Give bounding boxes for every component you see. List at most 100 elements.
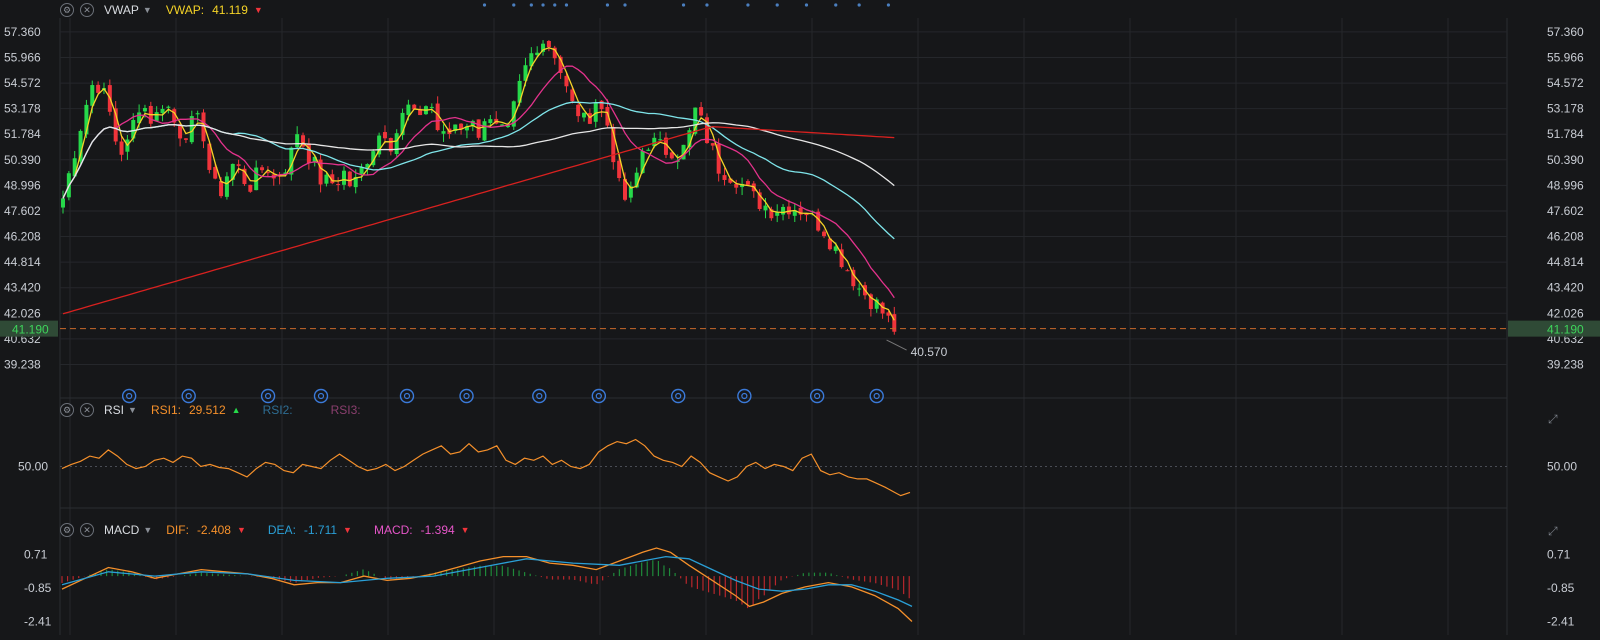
indicator-name[interactable]: RSI bbox=[104, 403, 124, 417]
price-tick-label-left: 47.602 bbox=[4, 204, 41, 218]
chevron-down-icon[interactable]: ▼ bbox=[128, 405, 137, 415]
candle[interactable] bbox=[248, 184, 253, 193]
candle-body bbox=[857, 288, 862, 290]
price-tick-label-right: 42.026 bbox=[1547, 306, 1584, 320]
candle-body bbox=[359, 167, 364, 174]
candle-body bbox=[295, 134, 300, 148]
rsi-legend: ⚙ ✕ RSI ▼ RSI1: 29.512 ▲ RSI2: RSI3: bbox=[60, 400, 369, 420]
candle-body bbox=[154, 112, 159, 121]
event-dot bbox=[746, 3, 750, 7]
candle-body bbox=[441, 131, 446, 134]
candle-body bbox=[576, 104, 581, 117]
rsi3-label: RSI3: bbox=[330, 403, 361, 417]
macd-tick-label-left: -2.41 bbox=[24, 615, 52, 629]
candle-body bbox=[582, 112, 587, 118]
candle-body bbox=[822, 231, 827, 237]
rsi-tick-label-right: 50.00 bbox=[1547, 460, 1577, 474]
candle[interactable] bbox=[482, 118, 487, 142]
indicator-name[interactable]: MACD bbox=[104, 523, 139, 537]
candle-body bbox=[781, 206, 786, 215]
event-dot bbox=[775, 3, 779, 7]
candle-body bbox=[342, 170, 346, 185]
candle-body bbox=[195, 113, 200, 115]
candle[interactable] bbox=[347, 170, 352, 188]
macd-label: MACD: bbox=[373, 523, 413, 537]
macd-tick-label-left: -0.85 bbox=[24, 581, 52, 595]
macd-tick-label-left: 0.71 bbox=[24, 547, 48, 561]
chevron-down-icon[interactable]: ▼ bbox=[143, 525, 152, 535]
price-tick-label-right: 53.178 bbox=[1547, 102, 1584, 116]
candle-body bbox=[260, 167, 265, 171]
macd-legend: ⚙ ✕ MACD ▼ DIF: -2.408 ▼ DEA: -1.711 ▼ M… bbox=[60, 520, 492, 540]
candle-body bbox=[646, 149, 651, 151]
event-dot bbox=[482, 3, 487, 7]
price-tick-label-right: 57.360 bbox=[1547, 25, 1584, 39]
price-tick-label-left: 53.178 bbox=[4, 102, 41, 116]
candle-body bbox=[236, 164, 241, 166]
candle[interactable] bbox=[476, 119, 481, 140]
price-tick-label-right: 50.390 bbox=[1547, 153, 1584, 167]
price-tick-label-left: 44.814 bbox=[4, 255, 41, 269]
candle-body bbox=[429, 106, 434, 108]
event-dot bbox=[553, 3, 557, 7]
dif-value: -2.408 bbox=[196, 523, 231, 537]
macd-value: -1.394 bbox=[420, 523, 455, 537]
candle[interactable] bbox=[394, 129, 399, 157]
expand-icon[interactable]: ⤢ bbox=[1548, 524, 1560, 538]
vwap-value: 41.119 bbox=[212, 3, 248, 17]
price-tick-label-right: 47.602 bbox=[1547, 204, 1584, 218]
price-tick-label-right: 54.572 bbox=[1547, 76, 1584, 90]
expand-icon[interactable]: ⤢ bbox=[1548, 412, 1560, 426]
candle-body bbox=[482, 121, 487, 141]
macd-tick-label-right: -2.41 bbox=[1547, 615, 1575, 629]
candle-body bbox=[336, 184, 341, 186]
down-arrow-icon: ▼ bbox=[253, 5, 263, 15]
candle-body bbox=[488, 119, 493, 124]
rsi1-value: 29.512 bbox=[188, 403, 226, 417]
candle-body bbox=[658, 139, 663, 141]
close-icon[interactable]: ✕ bbox=[80, 523, 94, 537]
up-arrow-icon: ▲ bbox=[231, 405, 241, 415]
last-price-label-left: 41.190 bbox=[12, 323, 49, 337]
candle-body bbox=[546, 40, 551, 48]
price-tick-label-left: 48.996 bbox=[4, 178, 41, 192]
candle-body bbox=[347, 171, 352, 187]
candle-body bbox=[160, 108, 165, 114]
rsi-tick-label-left: 50.00 bbox=[18, 460, 48, 474]
close-icon[interactable]: ✕ bbox=[80, 3, 94, 17]
down-arrow-icon: ▼ bbox=[343, 525, 352, 535]
indicator-name[interactable]: VWAP bbox=[104, 3, 139, 17]
event-dot bbox=[681, 3, 686, 7]
candle-body bbox=[224, 176, 229, 197]
rsi2-label: RSI2: bbox=[262, 403, 293, 417]
price-tick-label-left: 50.390 bbox=[4, 153, 41, 167]
candle-body bbox=[219, 181, 224, 197]
gear-icon[interactable]: ⚙ bbox=[60, 3, 74, 17]
dea-value: -1.711 bbox=[303, 523, 338, 537]
candle-body bbox=[142, 108, 147, 112]
candle-body bbox=[382, 132, 387, 139]
event-dot bbox=[564, 3, 569, 7]
event-dot bbox=[529, 3, 533, 7]
chart-workspace[interactable]: 50.00 50.00 0.71 0.71 -0.85 -0.85 -2.41 -2.41 … bbox=[0, 0, 1600, 635]
close-icon[interactable]: ✕ bbox=[80, 403, 94, 417]
candle-body bbox=[763, 205, 768, 211]
candle-body bbox=[183, 138, 188, 140]
price-tick-label-right: 48.996 bbox=[1547, 178, 1584, 192]
event-dot bbox=[512, 3, 516, 7]
gear-icon[interactable]: ⚙ bbox=[60, 403, 74, 417]
chevron-down-icon[interactable]: ▼ bbox=[143, 5, 152, 15]
down-arrow-icon: ▼ bbox=[236, 525, 246, 535]
event-dot bbox=[886, 3, 891, 7]
event-dot bbox=[857, 3, 861, 7]
last-price-label-right: 41.190 bbox=[1547, 323, 1584, 337]
event-dot bbox=[804, 3, 809, 7]
candle-body bbox=[324, 174, 329, 184]
candle-body bbox=[734, 184, 739, 188]
candle-body bbox=[845, 270, 850, 272]
price-tick-label-left: 39.238 bbox=[4, 357, 41, 371]
gear-icon[interactable]: ⚙ bbox=[60, 523, 74, 537]
price-tick-label-left: 46.208 bbox=[4, 230, 41, 244]
rsi1-label: RSI1: bbox=[150, 403, 181, 417]
price-tick-label-left: 51.784 bbox=[4, 127, 41, 141]
